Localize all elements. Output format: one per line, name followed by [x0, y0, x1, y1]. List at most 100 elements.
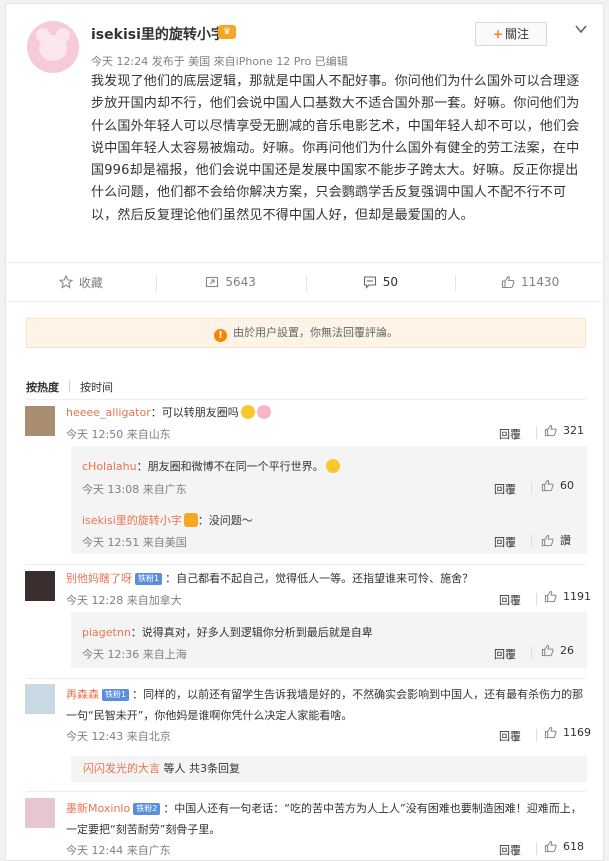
comment-time: 今天 12:43 来自北京 [66, 730, 171, 743]
reply-button[interactable]: 回覆 [499, 592, 521, 608]
chevron-down-icon[interactable] [574, 22, 588, 36]
like-count: 1169 [563, 726, 591, 739]
comment-time: 今天 12:51 来自美国 [82, 536, 187, 549]
notice-text: 由於用户設置，你無法回覆評論。 [233, 326, 398, 339]
comment-time: 今天 13:08 来自广东 [82, 483, 187, 496]
sub-comment-body: piagetnn：说得真对，好多人到逻辑你分析到最后就是自卑 [82, 624, 373, 640]
commenter-avatar[interactable] [25, 798, 55, 828]
thumbs-up-icon [541, 534, 554, 546]
more-replies-count: 等人 共3条回复 [160, 762, 240, 775]
reply-button[interactable]: 回覆 [494, 481, 516, 497]
sort-hot-tab[interactable]: 按热度 [26, 379, 59, 395]
follow-button[interactable]: + 關注 [475, 22, 547, 46]
separator [531, 482, 532, 494]
comment-text: ：没问题～ [197, 514, 253, 527]
separator [531, 647, 532, 659]
thumbs-up-icon [544, 424, 557, 437]
comment-like-button[interactable]: 1191 [544, 590, 591, 603]
comment-like-button[interactable]: 321 [544, 424, 584, 437]
fan-badge: 铁粉1 [102, 689, 130, 701]
commenter-name[interactable]: piagetnn [82, 626, 131, 639]
comment-like-button[interactable]: 60 [541, 479, 574, 492]
comment-body: 墨新Moxinlo 铁粉2 ：中国人还有一句老话：“吃的苦中苦方为人上人”没有困难也… [66, 798, 586, 840]
action-bar: 收藏 5643 50 11430 [6, 262, 605, 302]
sub-comment-body: isekisi里的旋转小字 ：没问题～ [82, 512, 253, 528]
emoji-icon [325, 459, 340, 473]
commenter-name[interactable]: isekisi里的旋转小字 [82, 514, 182, 527]
comment-body: 再森森 铁粉1 ：同样的，以前还有留学生告诉我墙是好的，不然确实会影响到中国人，还有… [66, 684, 586, 726]
sort-time-tab[interactable]: 按时间 [80, 379, 113, 395]
author-name[interactable]: isekisi里的旋转小字 [91, 24, 225, 44]
commenter-avatar[interactable] [25, 571, 55, 601]
comment-text: ：说得真对，好多人到逻辑你分析到最后就是自卑 [130, 626, 373, 639]
fan-badge: 铁粉2 [133, 803, 161, 815]
reply-button[interactable]: 回覆 [499, 426, 521, 442]
comment-like-button[interactable]: 1169 [544, 726, 591, 739]
comment-time: 今天 12:44 来自广东 [66, 844, 171, 857]
commenter-avatar[interactable] [25, 684, 55, 714]
like-count: 321 [563, 424, 584, 437]
reply-button[interactable]: 回覆 [494, 646, 516, 662]
more-replies-name: 闪闪发光的大言 [83, 762, 160, 775]
like-count: 11430 [521, 275, 560, 289]
avatar-face [39, 35, 67, 61]
divider [26, 564, 586, 565]
like-count: 1191 [563, 590, 591, 603]
more-replies-link[interactable]: 闪闪发光的大言 等人 共3条回复 [71, 756, 587, 782]
commenter-name[interactable]: 墨新Moxinlo [66, 802, 130, 815]
like-count: 618 [563, 840, 584, 853]
plus-icon: + [492, 27, 504, 41]
commenter-avatar[interactable] [25, 406, 55, 436]
vip-crown-icon: ♛ [218, 25, 236, 39]
author-avatar[interactable] [27, 21, 79, 73]
comment-time: 今天 12:50 来自山东 [66, 428, 171, 441]
commenter-name[interactable]: 别他妈瞎了呀 [66, 572, 132, 585]
comment-body: 别他妈瞎了呀 铁粉1 ：自己都看不起自己，觉得低人一等。还指望谁来可怜、施舍？ [66, 570, 473, 586]
fan-badge: 铁粉1 [135, 573, 163, 585]
sort-bar: 按热度 按时间 [26, 379, 113, 395]
comment-text: ：自己都看不起自己，觉得低人一等。还指望谁来可怜、施舍？ [165, 572, 474, 585]
commenter-name[interactable]: 再森森 [66, 688, 99, 701]
comment-text: ：可以转朋友圈吗 [150, 406, 239, 419]
separator [536, 843, 537, 855]
follow-label: 關注 [505, 27, 530, 41]
like-count: 26 [560, 644, 574, 657]
thumbs-up-icon [501, 275, 515, 289]
favorite-button[interactable]: 收藏 [6, 263, 156, 301]
separator [536, 729, 537, 741]
comment-button[interactable]: 50 [305, 263, 456, 301]
sub-comment-body: cHolalahu：朋友圈和微博不在同一个平行世界。 [82, 458, 340, 474]
comment-like-button[interactable]: 讚 [541, 532, 571, 548]
comment-text: ：同样的，以前还有留学生告诉我墙是好的，不然确实会影响到中国人，还有最有杀伤力的… [66, 688, 584, 722]
like-count: 讚 [560, 534, 571, 547]
comment-count: 50 [382, 275, 399, 289]
separator [536, 427, 537, 439]
like-button[interactable]: 11430 [455, 263, 605, 301]
divider [26, 791, 586, 792]
reply-disabled-notice: ! 由於用户設置，你無法回覆評論。 [26, 318, 586, 348]
thumbs-up-icon [541, 644, 554, 657]
comment-like-button[interactable]: 26 [541, 644, 574, 657]
thumbs-up-icon [544, 726, 557, 739]
star-icon [58, 275, 73, 289]
comment-like-button[interactable]: 618 [544, 840, 584, 853]
post-meta: 今天 12:24 发布于 美国 來自iPhone 12 Pro 已编辑 [91, 55, 348, 68]
warning-icon: ! [214, 329, 227, 342]
sub-replies: piagetnn：说得真对，好多人到逻辑你分析到最后就是自卑 今天 12:36 … [71, 612, 587, 668]
divider [26, 399, 586, 400]
reply-button[interactable]: 回覆 [494, 534, 516, 550]
vip-crown-icon [183, 513, 198, 527]
separator [531, 535, 532, 547]
comment-body: heeee_alligator：可以转朋友圈吗 [66, 404, 271, 420]
commenter-name[interactable]: cHolalahu [82, 460, 137, 473]
reply-button[interactable]: 回覆 [499, 842, 521, 858]
comment-icon [363, 276, 376, 289]
thumbs-up-icon [544, 840, 557, 853]
like-count: 60 [560, 479, 574, 492]
sort-divider [69, 381, 70, 392]
favorite-label: 收藏 [78, 275, 103, 290]
reply-button[interactable]: 回覆 [499, 728, 521, 744]
repost-button[interactable]: 5643 [155, 263, 306, 301]
repost-count: 5643 [225, 275, 256, 289]
commenter-name[interactable]: heeee_alligator [66, 406, 151, 419]
